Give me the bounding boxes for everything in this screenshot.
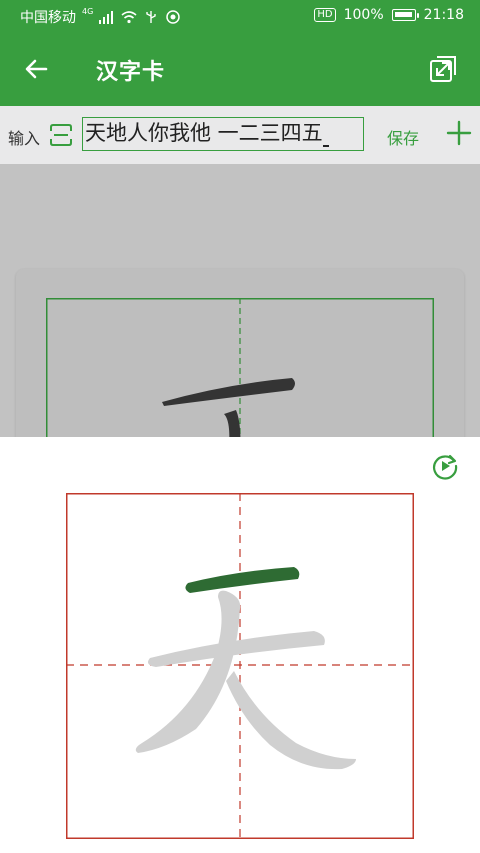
replay-icon[interactable] xyxy=(431,452,459,480)
clock: 21:18 xyxy=(423,7,464,23)
battery-icon xyxy=(391,9,419,21)
network-type: 4G xyxy=(82,6,94,16)
character-stroke-active xyxy=(185,567,300,593)
app-bar: 汉字卡 xyxy=(0,32,480,106)
page-title: 汉字卡 xyxy=(96,60,166,85)
character-strokes-inactive xyxy=(135,590,356,770)
input-row: 输入 天地人你我他 一二三四五 保存 xyxy=(0,106,480,164)
wifi-icon xyxy=(121,11,137,24)
expand-icon[interactable] xyxy=(428,54,458,84)
character-input[interactable]: 天地人你我他 一二三四五 xyxy=(82,117,364,151)
hd-badge: HD xyxy=(314,8,336,22)
character-input-value: 天地人你我他 一二三四五 xyxy=(85,121,323,145)
scan-icon[interactable] xyxy=(49,123,73,147)
arrow-left-icon[interactable] xyxy=(22,54,52,84)
plus-icon[interactable] xyxy=(446,120,472,146)
carrier-label: 中国移动 xyxy=(20,10,76,26)
status-bar: 中国移动 4G HD 100% 21:18 xyxy=(0,0,480,32)
input-label: 输入 xyxy=(8,129,41,148)
signal-icon xyxy=(99,11,114,24)
usb-icon xyxy=(146,11,156,23)
vpn-icon xyxy=(166,10,181,24)
save-button[interactable]: 保存 xyxy=(387,125,419,149)
stroke-writing-grid xyxy=(66,493,414,839)
overlay-dim xyxy=(0,164,480,437)
battery-percent: 100% xyxy=(343,7,384,23)
